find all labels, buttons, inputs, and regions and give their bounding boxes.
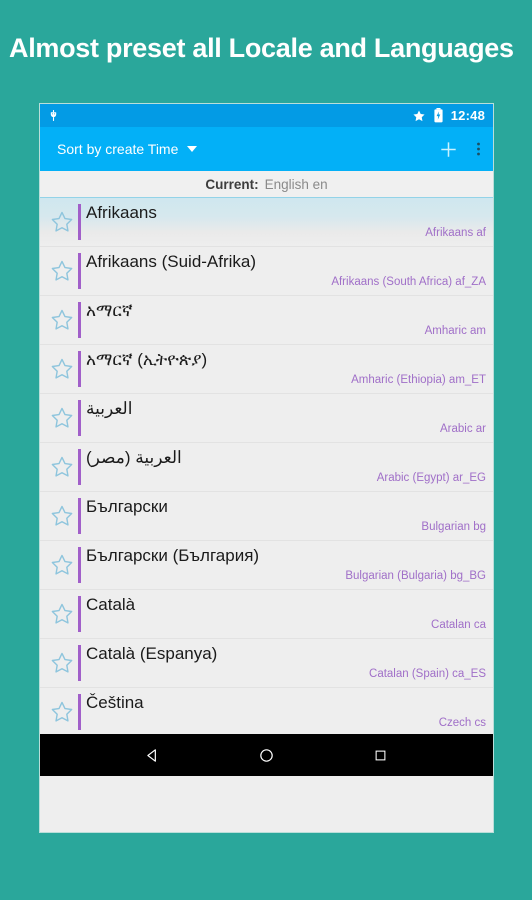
locale-row[interactable]: Afrikaans (Suid-Afrika) Afrikaans (South … [40,247,493,296]
chevron-down-icon [187,146,198,152]
locale-native-name: العربية [86,399,133,418]
recents-square-icon[interactable] [364,738,398,772]
locale-english-name: Afrikaans (South Africa) af_ZA [331,276,486,288]
navigation-bar [40,734,493,776]
locale-row[interactable]: العربية Arabic ar [40,394,493,443]
locale-english-name: Arabic ar [439,423,486,435]
star-outline-icon[interactable] [49,405,75,431]
status-bar-clock: 12:48 [450,108,485,123]
locale-native-name: Afrikaans [86,203,157,222]
status-bar: 12:48 [40,104,493,127]
locale-native-name: Català [86,595,136,614]
row-accent-bar [78,302,81,338]
star-outline-icon[interactable] [49,601,75,627]
plus-icon[interactable] [437,138,460,161]
locale-english-name: Bulgarian bg [421,521,486,533]
star-outline-icon[interactable] [49,258,75,284]
row-accent-bar [78,694,81,730]
status-bar-right: 12:48 [412,108,485,123]
sort-spinner-label: Sort by create Time [57,141,179,157]
usb-plug-icon [47,109,60,122]
home-circle-icon[interactable] [250,738,284,772]
row-accent-bar [78,645,81,681]
star-outline-icon[interactable] [49,209,75,235]
promo-headline: Almost preset all Locale and Languages [9,33,514,63]
locale-english-name: Amharic (Ethiopia) am_ET [351,374,486,386]
locale-list[interactable]: Afrikaans Afrikaans af Afrikaans (Suid-Afr… [40,198,493,734]
star-filled-icon [412,109,426,123]
locale-native-name: Afrikaans (Suid-Afrika) [86,252,257,271]
action-bar-actions [437,138,481,161]
battery-charging-icon [433,108,444,123]
current-locale-bar: Current: English en [40,171,493,198]
star-outline-icon[interactable] [49,356,75,382]
row-accent-bar [78,400,81,436]
locale-native-name: አማርኛ [86,301,133,320]
row-accent-bar [78,449,81,485]
locale-native-name: Български [86,497,168,516]
locale-native-name: Български (България) [86,546,260,565]
locale-row[interactable]: Català Catalan ca [40,590,493,639]
locale-native-name: Català (Espanya) [86,644,218,663]
locale-english-name: Czech cs [438,717,486,729]
locale-native-name: አማርኛ (ኢትዮጵያ) [86,350,208,369]
overflow-menu-icon[interactable] [476,139,481,159]
locale-english-name: Catalan (Spain) ca_ES [369,668,486,680]
star-outline-icon[interactable] [49,503,75,529]
locale-english-name: Catalan ca [431,619,486,631]
star-outline-icon[interactable] [49,699,75,725]
locale-row[interactable]: አማርኛ (ኢትዮጵያ) Amharic (Ethiopia) am_ET [40,345,493,394]
star-outline-icon[interactable] [49,650,75,676]
action-bar: Sort by create Time [40,127,493,171]
row-accent-bar [78,547,81,583]
locale-row[interactable]: العربية (مصر) Arabic (Egypt) ar_EG [40,443,493,492]
locale-native-name: العربية (مصر) [86,448,182,467]
row-accent-bar [78,351,81,387]
locale-english-name: Arabic (Egypt) ar_EG [376,472,486,484]
locale-row[interactable]: Čeština Czech cs [40,688,493,734]
back-triangle-icon[interactable] [136,738,170,772]
current-locale-label: Current: [205,176,259,192]
locale-row[interactable]: Български Bulgarian bg [40,492,493,541]
row-accent-bar [78,204,81,240]
status-bar-left [47,109,60,122]
row-accent-bar [78,253,81,289]
star-outline-icon[interactable] [49,552,75,578]
sort-spinner[interactable]: Sort by create Time [57,141,198,157]
locale-english-name: Afrikaans af [425,227,486,239]
locale-row[interactable]: Català (Espanya) Catalan (Spain) ca_ES [40,639,493,688]
star-outline-icon[interactable] [49,454,75,480]
current-locale-value: English en [264,176,328,192]
locale-row[interactable]: Български (България) Bulgarian (Bulgaria)… [40,541,493,590]
device-frame: 12:48 Sort by create Time Current: Engli… [39,103,494,833]
locale-row[interactable]: አማርኛ Amharic am [40,296,493,345]
star-outline-icon[interactable] [49,307,75,333]
row-accent-bar [78,498,81,534]
locale-english-name: Amharic am [424,325,486,337]
locale-native-name: Čeština [86,693,144,712]
row-accent-bar [78,596,81,632]
locale-row[interactable]: Afrikaans Afrikaans af [40,198,493,247]
locale-english-name: Bulgarian (Bulgaria) bg_BG [345,570,486,582]
